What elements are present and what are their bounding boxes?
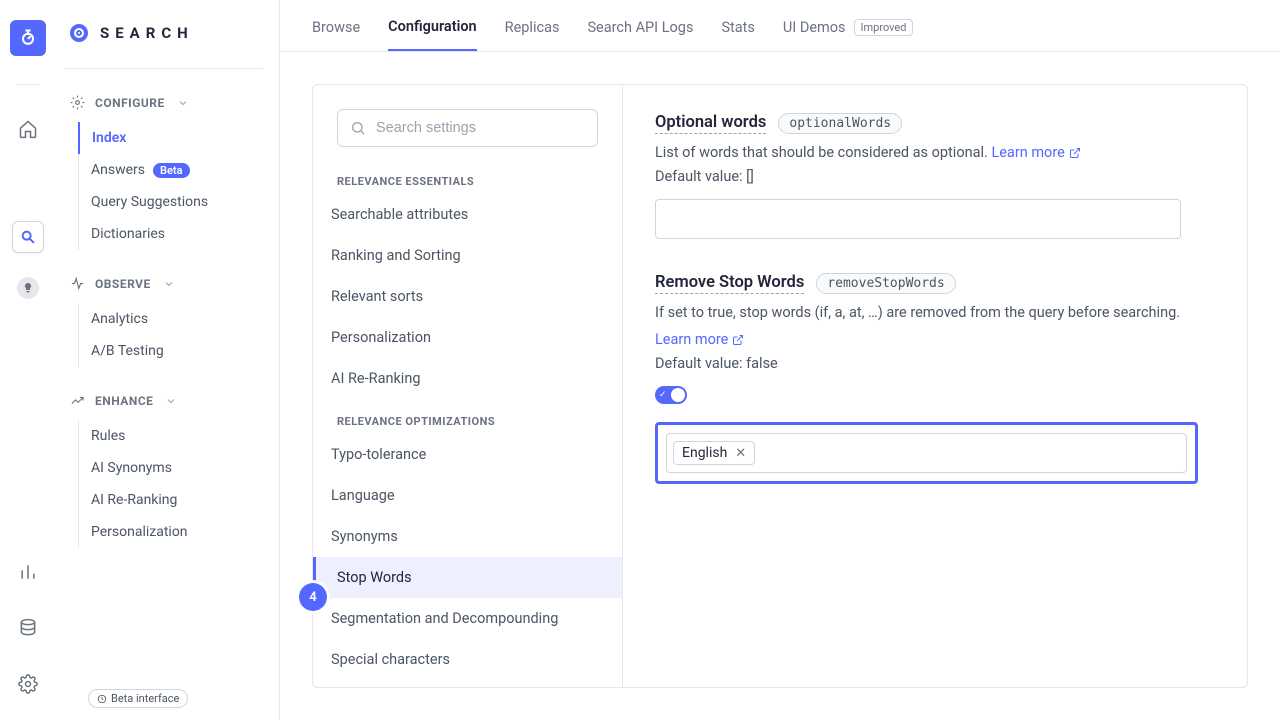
brand-icon xyxy=(70,24,88,42)
sidebar-item-rules[interactable]: Rules xyxy=(79,420,263,452)
settings-nav-item-stop-words[interactable]: Stop Words xyxy=(313,557,622,598)
sidebar-item-answers[interactable]: AnswersBeta xyxy=(79,154,263,186)
settings-nav-item-personalization[interactable]: Personalization xyxy=(313,317,622,358)
tab-configuration[interactable]: Configuration xyxy=(388,18,477,51)
optional-words-default: Default value: [] xyxy=(655,168,1215,185)
search-nav-icon[interactable] xyxy=(12,221,44,253)
settings-nav-item-synonyms[interactable]: Synonyms xyxy=(313,516,622,557)
sidebar-item-a-b-testing[interactable]: A/B Testing xyxy=(79,335,263,367)
optional-words-input[interactable] xyxy=(655,199,1181,239)
language-tag-english: English ✕ xyxy=(673,441,755,465)
optional-words-param: optionalWords xyxy=(778,113,902,134)
sidebar-item-query-suggestions[interactable]: Query Suggestions xyxy=(79,186,263,218)
hint-icon[interactable] xyxy=(17,277,39,299)
settings-nav-item-special-characters[interactable]: Special characters xyxy=(313,639,622,680)
settings-search-input[interactable] xyxy=(376,120,585,136)
tab-replicas[interactable]: Replicas xyxy=(505,19,560,50)
database-icon[interactable] xyxy=(12,612,44,644)
analytics-icon[interactable] xyxy=(12,556,44,588)
remove-stop-words-block: Remove Stop Words removeStopWords If set… xyxy=(655,273,1215,484)
sidebar-item-analytics[interactable]: Analytics xyxy=(79,303,263,335)
app-logo[interactable] xyxy=(10,20,46,56)
search-icon xyxy=(350,120,366,136)
stop-words-language-highlight: English ✕ xyxy=(655,422,1198,484)
settings-nav: RELEVANCE ESSENTIALS Searchable attribute… xyxy=(313,85,623,687)
settings-body: 5 Optional words optionalWords List of w… xyxy=(623,85,1247,687)
sidebar-brand: SEARCH xyxy=(64,24,263,42)
stop-words-language-input[interactable]: English ✕ xyxy=(666,433,1187,473)
sidebar-item-ai-synonyms[interactable]: AI Synonyms xyxy=(79,452,263,484)
beta-interface-pill[interactable]: Beta interface xyxy=(88,689,188,708)
optional-words-desc: List of words that should be considered … xyxy=(655,142,1215,164)
settings-search[interactable] xyxy=(337,109,598,147)
sidebar-item-personalization[interactable]: Personalization xyxy=(79,516,263,548)
sidebar-item-ai-re-ranking[interactable]: AI Re-Ranking xyxy=(79,484,263,516)
brand-title: SEARCH xyxy=(100,24,194,42)
settings-nav-item-ai-re-ranking[interactable]: AI Re-Ranking xyxy=(313,358,622,399)
settings-nav-item-ranking-and-sorting[interactable]: Ranking and Sorting xyxy=(313,235,622,276)
sidebar-group-configure[interactable]: CONFIGURE xyxy=(64,87,263,118)
remove-stop-words-param: removeStopWords xyxy=(816,273,955,294)
sidebar-group-observe[interactable]: OBSERVE xyxy=(64,268,263,299)
remove-stop-words-default: Default value: false xyxy=(655,355,1215,372)
settings-icon[interactable] xyxy=(12,668,44,700)
optional-words-block: Optional words optionalWords List of wor… xyxy=(655,113,1215,239)
remove-tag-icon[interactable]: ✕ xyxy=(735,446,746,461)
sidebar: SEARCH CONFIGURE IndexAnswersBetaQuery Su… xyxy=(56,0,280,720)
optional-words-title: Optional words xyxy=(655,113,766,134)
tabs: Browse Configuration Replicas Search API Lo… xyxy=(280,0,1280,52)
tab-search-api-logs[interactable]: Search API Logs xyxy=(587,19,693,50)
optional-words-learn-more[interactable]: Learn more xyxy=(991,142,1080,164)
remove-stop-words-desc: If set to true, stop words (if, a, at, …… xyxy=(655,302,1215,324)
sidebar-item-dictionaries[interactable]: Dictionaries xyxy=(79,218,263,250)
remove-stop-words-toggle[interactable]: ✓ xyxy=(655,386,687,404)
external-link-icon xyxy=(732,334,744,346)
settings-section-header: RELEVANCE OPTIMIZATIONS xyxy=(337,415,598,428)
settings-nav-item-typo-tolerance[interactable]: Typo-tolerance xyxy=(313,434,622,475)
settings-nav-item-segmentation-and-decompounding[interactable]: Segmentation and Decompounding xyxy=(313,598,622,639)
tab-ui-demos[interactable]: UI DemosImproved xyxy=(783,19,914,50)
icon-rail xyxy=(0,0,56,720)
settings-section-header: RELEVANCE ESSENTIALS xyxy=(337,175,598,188)
config-panel: 4 RELEVANCE ESSENTIALSSearchable attribu… xyxy=(312,84,1248,688)
sidebar-group-enhance[interactable]: ENHANCE xyxy=(64,385,263,416)
tab-browse[interactable]: Browse xyxy=(312,19,360,50)
settings-nav-item-relevant-sorts[interactable]: Relevant sorts xyxy=(313,276,622,317)
external-link-icon xyxy=(1069,147,1081,159)
settings-nav-item-language[interactable]: Language xyxy=(313,475,622,516)
remove-stop-words-learn-more[interactable]: Learn more xyxy=(655,329,744,351)
settings-nav-item-exact-matching[interactable]: Exact matching xyxy=(313,680,622,687)
sidebar-item-index[interactable]: Index xyxy=(78,122,263,154)
settings-nav-item-searchable-attributes[interactable]: Searchable attributes xyxy=(313,194,622,235)
remove-stop-words-title: Remove Stop Words xyxy=(655,273,804,294)
home-icon[interactable] xyxy=(12,113,44,145)
callout-step-4: 4 xyxy=(299,583,327,611)
tab-stats[interactable]: Stats xyxy=(721,19,754,50)
main: Browse Configuration Replicas Search API Lo… xyxy=(280,0,1280,720)
